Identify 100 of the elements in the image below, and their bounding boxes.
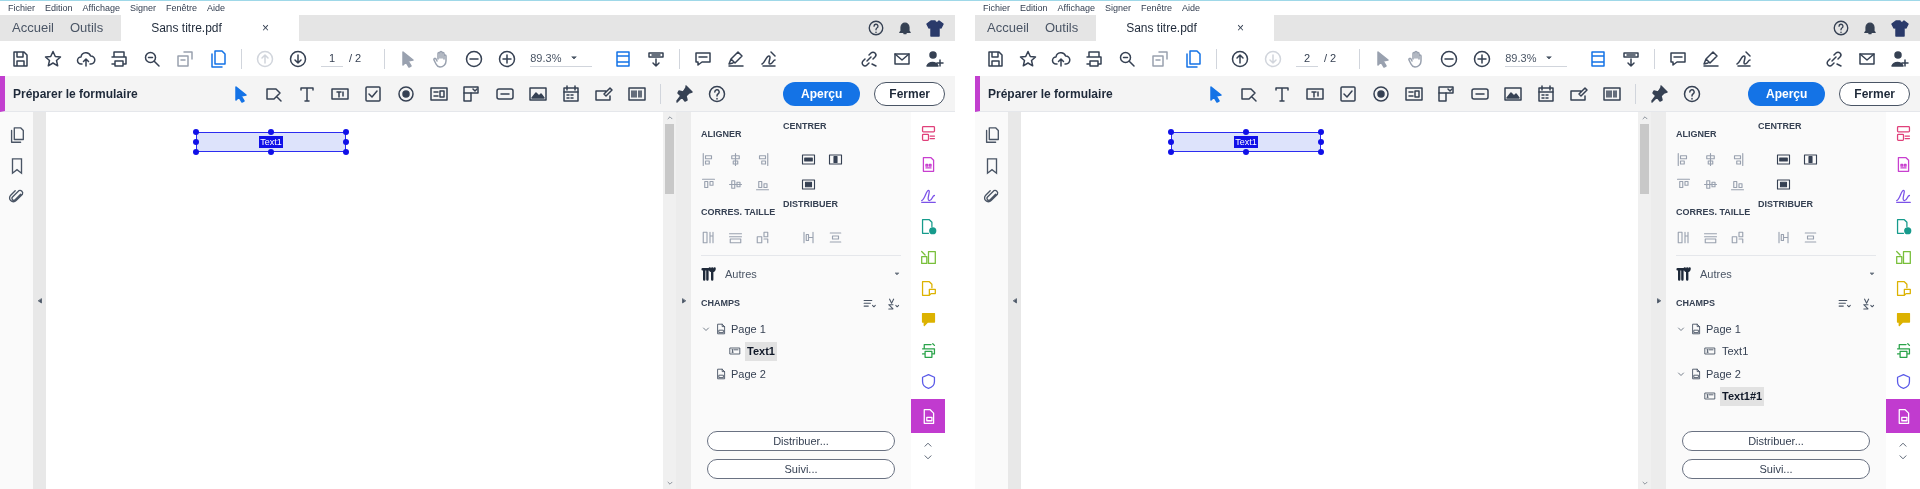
page-number-field[interactable]: 1 bbox=[321, 49, 343, 68]
form-field[interactable]: Text1 bbox=[1171, 132, 1321, 152]
section-label[interactable]: Autres bbox=[1700, 266, 1732, 283]
tree-item[interactable]: Page 2 bbox=[731, 365, 766, 382]
signature-icon[interactable] bbox=[1894, 187, 1912, 204]
page-number-field[interactable]: 2 bbox=[1296, 49, 1318, 68]
scrollbar[interactable] bbox=[1638, 112, 1651, 489]
shirt-icon[interactable] bbox=[925, 18, 945, 38]
bell-icon[interactable] bbox=[897, 20, 913, 36]
star-icon[interactable] bbox=[1018, 48, 1038, 69]
printer-icon[interactable] bbox=[1894, 342, 1912, 359]
zoom-in-icon[interactable] bbox=[1472, 48, 1493, 69]
save-icon[interactable] bbox=[10, 48, 30, 69]
sort-alpha-icon[interactable] bbox=[885, 296, 901, 311]
center-both-icon[interactable] bbox=[801, 177, 816, 192]
shield-icon[interactable] bbox=[1894, 373, 1912, 390]
close-button[interactable]: Fermer bbox=[1839, 81, 1910, 106]
tree-item[interactable]: Page 1 bbox=[731, 320, 766, 337]
center-horizontal-icon[interactable] bbox=[801, 152, 816, 167]
menu-item[interactable]: Affichage bbox=[1057, 3, 1095, 13]
highlight-icon[interactable] bbox=[726, 48, 747, 69]
center-vertical-icon[interactable] bbox=[1803, 152, 1818, 167]
panel-button[interactable]: Suivi... bbox=[1682, 459, 1870, 479]
checkbox-icon[interactable] bbox=[363, 83, 383, 104]
zoom-in-icon[interactable] bbox=[497, 48, 518, 69]
tree-item[interactable]: Text1 bbox=[745, 342, 777, 361]
sort-alpha-icon[interactable] bbox=[1860, 296, 1876, 311]
menu-item[interactable]: Signer bbox=[129, 3, 156, 13]
tab-close-button[interactable]: × bbox=[261, 19, 269, 37]
center-horizontal-icon[interactable] bbox=[1776, 152, 1791, 167]
print-icon[interactable] bbox=[109, 48, 129, 69]
form-field[interactable]: Text1 bbox=[196, 132, 346, 152]
menu-item[interactable]: Fichier bbox=[8, 3, 35, 13]
tab[interactable]: Accueil bbox=[4, 15, 62, 41]
tab[interactable]: Outils bbox=[61, 15, 112, 41]
help-icon[interactable] bbox=[707, 83, 727, 104]
scrollbar[interactable] bbox=[663, 112, 676, 489]
shield-icon[interactable] bbox=[919, 373, 937, 390]
tab[interactable]: Accueil bbox=[979, 15, 1037, 41]
active-tab[interactable]: Sans titre.pdf × bbox=[1096, 15, 1274, 41]
form-layout-icon[interactable] bbox=[919, 125, 937, 142]
form-layout-icon[interactable] bbox=[1894, 125, 1912, 142]
printer-icon[interactable] bbox=[919, 342, 937, 359]
document-send-icon[interactable] bbox=[919, 218, 937, 235]
resize-handle[interactable] bbox=[1243, 129, 1249, 135]
active-tab[interactable]: Sans titre.pdf × bbox=[121, 15, 299, 41]
tree-item[interactable]: Page 2 bbox=[1706, 365, 1741, 382]
section-label[interactable]: Autres bbox=[725, 266, 757, 283]
menu-item[interactable]: Fenêtre bbox=[165, 3, 197, 13]
menu-item[interactable]: Fenêtre bbox=[1140, 3, 1172, 13]
tools-icon[interactable] bbox=[1676, 266, 1692, 283]
zoom-field[interactable]: 89.3% bbox=[530, 49, 593, 68]
calendar-icon[interactable] bbox=[561, 83, 581, 104]
dropdown-icon[interactable] bbox=[462, 83, 482, 104]
menu-item[interactable]: Aide bbox=[206, 3, 225, 13]
menu-item[interactable]: Signer bbox=[1104, 3, 1131, 13]
star-icon[interactable] bbox=[43, 48, 63, 69]
menu-item[interactable]: Affichage bbox=[82, 3, 120, 13]
print-icon[interactable] bbox=[1084, 48, 1104, 69]
tools-icon[interactable] bbox=[701, 266, 717, 283]
checkbox-icon[interactable] bbox=[1338, 83, 1358, 104]
bell-icon[interactable] bbox=[1862, 20, 1878, 36]
panel-button[interactable]: Distribuer... bbox=[1682, 431, 1870, 451]
menu-item[interactable]: Edition bbox=[1020, 3, 1048, 13]
radio-button-icon[interactable] bbox=[1371, 83, 1391, 104]
next-page-icon[interactable] bbox=[288, 48, 308, 69]
center-vertical-icon[interactable] bbox=[828, 152, 843, 167]
help-icon[interactable] bbox=[1832, 19, 1850, 37]
dropdown-icon[interactable] bbox=[1437, 83, 1457, 104]
menu-item[interactable]: Aide bbox=[1181, 3, 1200, 13]
center-both-icon[interactable] bbox=[1776, 177, 1791, 192]
menu-item[interactable]: Edition bbox=[45, 3, 73, 13]
pages-icon[interactable] bbox=[1183, 48, 1203, 69]
pin-icon[interactable] bbox=[1649, 83, 1669, 104]
resize-handle[interactable] bbox=[268, 129, 274, 135]
tree-item[interactable]: Page 1 bbox=[1706, 320, 1741, 337]
preview-button[interactable]: Aperçu bbox=[782, 81, 861, 106]
radio-button-icon[interactable] bbox=[396, 83, 416, 104]
tree-item[interactable]: Text1 bbox=[1720, 342, 1751, 361]
previous-page-icon[interactable] bbox=[1230, 48, 1250, 69]
add-person-icon[interactable] bbox=[1890, 48, 1910, 69]
zoom-out-icon[interactable] bbox=[464, 48, 485, 69]
zoom-out-icon[interactable] bbox=[1439, 48, 1460, 69]
document-send-icon[interactable] bbox=[1894, 218, 1912, 235]
shirt-icon[interactable] bbox=[1890, 18, 1910, 38]
preview-button[interactable]: Aperçu bbox=[1747, 81, 1826, 106]
tree-item[interactable]: Text1#1 bbox=[1720, 387, 1765, 406]
highlight-icon[interactable] bbox=[1701, 48, 1722, 69]
pages-icon[interactable] bbox=[208, 48, 228, 69]
tab-close-button[interactable]: × bbox=[1236, 19, 1244, 37]
pin-icon[interactable] bbox=[674, 83, 694, 104]
panel-button[interactable]: Suivi... bbox=[707, 459, 895, 479]
close-button[interactable]: Fermer bbox=[874, 81, 945, 106]
scrollbar-thumb[interactable] bbox=[665, 124, 674, 194]
panel-button[interactable]: Distribuer... bbox=[707, 431, 895, 451]
menu-item[interactable]: Fichier bbox=[983, 3, 1010, 13]
resize-handle[interactable] bbox=[1243, 149, 1249, 155]
help-icon[interactable] bbox=[1682, 83, 1702, 104]
add-person-icon[interactable] bbox=[925, 48, 945, 69]
tab[interactable]: Outils bbox=[1036, 15, 1087, 41]
